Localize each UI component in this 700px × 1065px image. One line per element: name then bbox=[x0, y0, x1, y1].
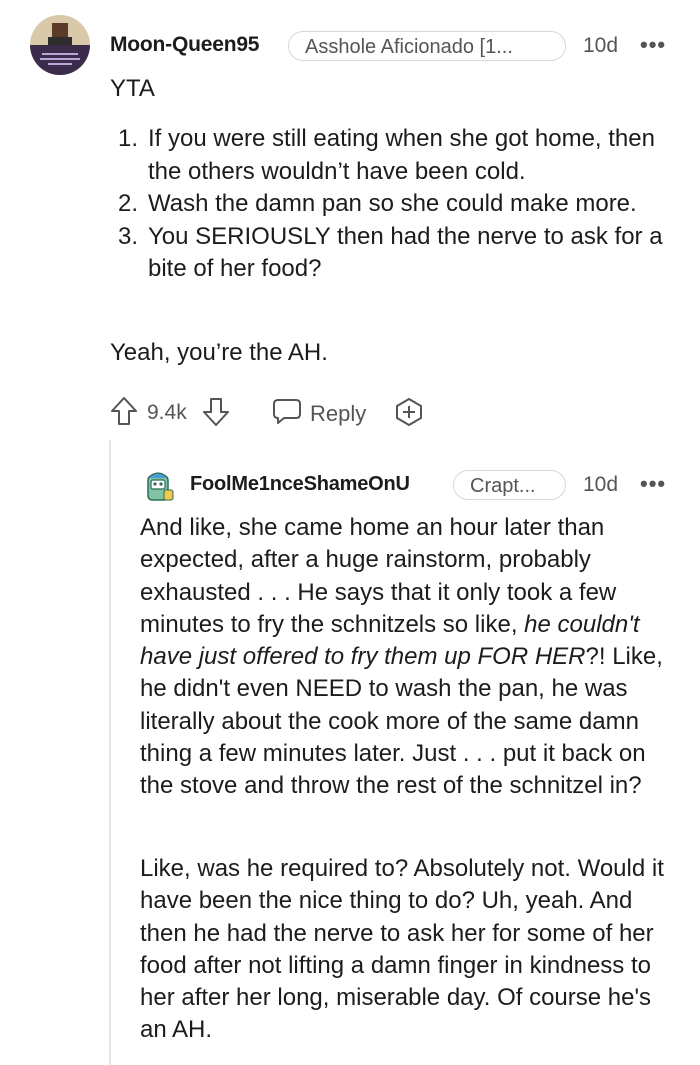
list-item: 2. Wash the damn pan so she could make m… bbox=[110, 188, 670, 221]
avatar[interactable] bbox=[30, 15, 90, 75]
reply-button[interactable]: Reply bbox=[272, 397, 366, 430]
reply-paragraph-1: And like, she came home an hour later th… bbox=[140, 512, 670, 803]
thread-line[interactable] bbox=[109, 440, 111, 1065]
comment-timestamp: 10d bbox=[583, 34, 619, 57]
comment-bubble-icon bbox=[272, 397, 302, 430]
comment-closing: Yeah, you’re the AH. bbox=[110, 339, 328, 366]
user-flair: Asshole Aficionado [1... bbox=[288, 31, 566, 61]
upvote-icon[interactable] bbox=[110, 396, 138, 431]
comment-username[interactable]: Moon-Queen95 bbox=[110, 33, 259, 57]
list-item: 1. If you were still eating when she got… bbox=[110, 123, 670, 188]
list-item-number: 3. bbox=[118, 222, 139, 250]
reply-more-options-icon[interactable]: ••• bbox=[640, 471, 666, 497]
vote-count: 9.4k bbox=[147, 401, 187, 424]
reply-user-flair: Crapt... bbox=[453, 470, 566, 500]
list-item-text: You SERIOUSLY then had the nerve to ask … bbox=[148, 222, 663, 283]
list-item-number: 1. bbox=[118, 125, 139, 152]
list-item-number: 2. bbox=[118, 190, 139, 217]
reply-username[interactable]: FoolMe1nceShameOnU bbox=[190, 473, 410, 496]
reply-avatar[interactable] bbox=[140, 468, 176, 504]
reply-paragraph-2: Like, was he required to? Absolutely not… bbox=[140, 855, 664, 1044]
reply-label: Reply bbox=[310, 400, 367, 426]
downvote-icon[interactable] bbox=[202, 397, 230, 432]
list-item-text: If you were still eating when she got ho… bbox=[148, 125, 655, 185]
comment-points-list: 1. If you were still eating when she got… bbox=[110, 123, 670, 286]
reply-timestamp: 10d bbox=[583, 473, 619, 496]
list-item-text: Wash the damn pan so she could make more… bbox=[148, 190, 637, 217]
award-icon[interactable] bbox=[394, 397, 424, 432]
list-item: 3. You SERIOUSLY then had the nerve to a… bbox=[110, 221, 670, 286]
more-options-icon[interactable]: ••• bbox=[640, 32, 666, 58]
comment-verdict: YTA bbox=[110, 75, 155, 102]
